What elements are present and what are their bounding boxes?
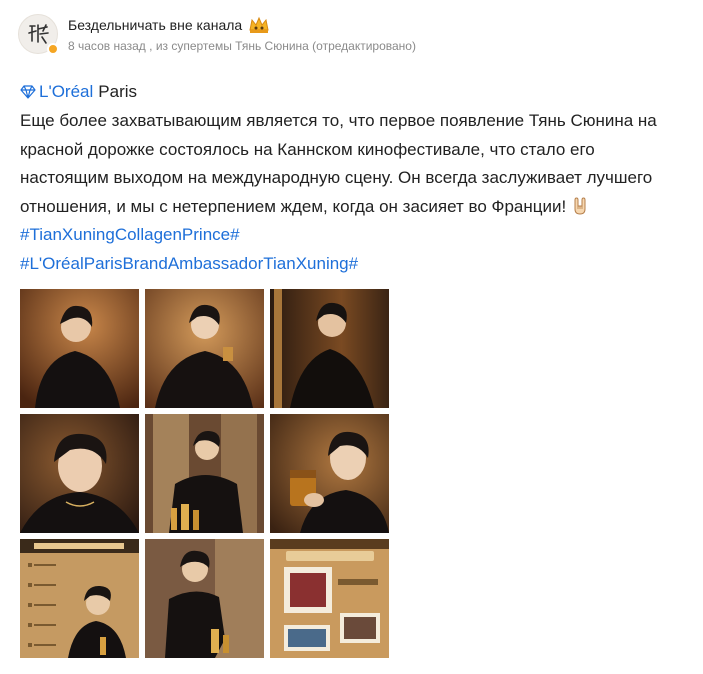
grid-image-7[interactable] — [20, 539, 139, 658]
diamond-icon — [20, 85, 36, 99]
brand-line: L'Oréal Paris — [20, 80, 680, 104]
post-content: L'Oréal Paris Еще более захватывающим яв… — [20, 80, 680, 278]
rock-hand-emoji-icon — [574, 196, 586, 215]
grid-image-4[interactable] — [20, 414, 139, 533]
brand-link[interactable]: L'Oréal — [39, 80, 93, 104]
grid-image-6[interactable] — [270, 414, 389, 533]
calligraphy-avatar — [28, 24, 49, 44]
grid-image-3[interactable] — [270, 289, 389, 408]
crown-emoji-icon — [249, 16, 269, 33]
hashtag-collagen-prince[interactable]: #TianXuningCollagenPrince# — [20, 225, 240, 244]
post-source[interactable]: из супертемы Тянь Сюнина (отредактирован… — [146, 39, 416, 53]
post-time[interactable]: 8 часов назад — [68, 39, 146, 53]
grid-image-9[interactable] — [270, 539, 389, 658]
post-text: Еще более захватывающим является то, что… — [20, 107, 680, 278]
verified-badge-icon — [47, 43, 59, 55]
hashtag-brand-ambassador[interactable]: #L'OréalParisBrandAmbassadorTianXuning# — [20, 254, 358, 273]
brand-suffix: Paris — [98, 82, 138, 101]
post-meta: 8 часов назадиз супертемы Тянь Сюнина (о… — [68, 39, 416, 53]
grid-image-2[interactable] — [145, 289, 264, 408]
grid-image-5[interactable] — [145, 414, 264, 533]
post-header: Бездельничать вне канала 8 часов назадиз… — [18, 14, 416, 55]
grid-image-1[interactable] — [20, 289, 139, 408]
author-avatar[interactable] — [18, 14, 59, 55]
author-name[interactable]: Бездельничать вне канала — [68, 17, 242, 33]
grid-image-8[interactable] — [145, 539, 264, 658]
post-body: Еще более захватывающим является то, что… — [20, 111, 657, 216]
